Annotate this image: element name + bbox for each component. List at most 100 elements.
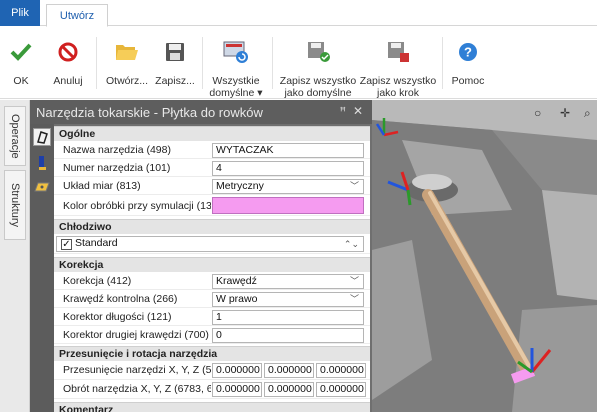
correction-dropdown[interactable]: Krawędź ﹀	[212, 274, 364, 289]
tab-create[interactable]: Utwórz	[46, 4, 108, 27]
property-row: Korektor długości (121) 1	[54, 309, 370, 326]
panel-header: Narzędzia tokarskie - Płytka do rowków ꟸ…	[30, 100, 372, 124]
chevron-down-icon: ﹀	[349, 294, 359, 304]
spin-arrows-icon[interactable]: ⌃⌄	[344, 238, 359, 251]
control-edge-label: Krawędź kontrolna (266)	[63, 293, 178, 305]
zoom-view-icon[interactable]: ⌕	[584, 106, 591, 121]
second-edge-label: Korektor drugiej krawędzi (700)	[63, 329, 209, 341]
units-dropdown[interactable]: Metryczny ﹀	[212, 179, 364, 194]
checkmark-icon	[10, 35, 32, 69]
all-defaults-label-2: domyślne ▾	[209, 87, 263, 99]
folder-icon	[115, 35, 139, 69]
ribbon-separator	[96, 37, 97, 89]
rotation-y-field[interactable]: 0.000000	[264, 382, 314, 397]
tool-number-label: Numer narzędzia (101)	[63, 162, 171, 174]
defaults-monitor-icon	[223, 35, 249, 69]
help-icon: ?	[457, 35, 479, 69]
all-defaults-label-1: Wszystkie	[212, 75, 260, 87]
length-corrector-field[interactable]: 1	[212, 310, 364, 325]
svg-text:?: ?	[464, 45, 472, 60]
tool-properties-panel: Narzędzia tokarskie - Płytka do rowków ꟸ…	[30, 100, 372, 412]
shift-y-field[interactable]: 0.000000	[264, 363, 314, 378]
tool-plate-icon[interactable]	[33, 178, 51, 196]
tab-structures[interactable]: Struktury	[4, 170, 26, 240]
rotate-view-icon[interactable]: ○	[534, 106, 541, 120]
ribbon-tabs: Plik Utwórz	[0, 0, 597, 27]
tab-file[interactable]: Plik	[0, 0, 40, 26]
coolant-value: Standard	[75, 237, 118, 249]
correction-label: Korekcja (412)	[63, 275, 132, 287]
viewport-scene	[372, 100, 597, 412]
second-edge-field[interactable]: 0	[212, 328, 364, 343]
property-row: Numer narzędzia (101) 4	[54, 160, 370, 177]
section-shift-rotation[interactable]: Przesunięcie i rotacja narzędzia	[54, 346, 370, 361]
save-all-as-step-button[interactable]: Zapisz wszystko jako krok	[360, 27, 436, 99]
pin-icon[interactable]: ꟸ	[340, 105, 346, 118]
property-row: Kolor obróbki przy symulacji (13...	[54, 196, 370, 216]
rotation-z-field[interactable]: 0.000000	[316, 382, 366, 397]
property-row: Obrót narzędzia X, Y, Z (6783, 6... 0.00…	[54, 381, 370, 399]
floppy-disk-icon	[165, 35, 185, 69]
close-icon[interactable]: ✕	[353, 104, 363, 118]
shift-x-field[interactable]: 0.000000	[212, 363, 262, 378]
sim-color-swatch[interactable]	[212, 197, 364, 214]
property-row: Przesunięcie narzędzi X, Y, Z (5... 0.00…	[54, 362, 370, 380]
side-tab-strip: Operacje Struktury	[0, 100, 30, 412]
simulation-viewport[interactable]: ○ ✛ ⌕	[372, 100, 597, 412]
all-defaults-button[interactable]: Wszystkie domyślne ▾	[204, 27, 268, 99]
panel-title: Narzędzia tokarskie - Płytka do rowków	[36, 104, 263, 120]
tool-rotation-label: Obrót narzędzia X, Y, Z (6783, 6...	[63, 383, 211, 395]
cancel-icon	[57, 35, 79, 69]
open-button[interactable]: Otwórz...	[104, 27, 150, 99]
save-all-step-label-2: jako krok	[376, 87, 419, 99]
help-button[interactable]: ? Pomoc	[448, 27, 488, 99]
section-correction[interactable]: Korekcja	[54, 257, 370, 272]
rotation-x-field[interactable]: 0.000000	[212, 382, 262, 397]
units-value: Metryczny	[216, 180, 264, 192]
ribbon-toolbar: OK Anuluj Otwórz... Zapisz... Wszystkie d…	[0, 27, 597, 99]
save-all-as-default-button[interactable]: Zapisz wszystko jako domyślne	[280, 27, 356, 99]
section-general[interactable]: Ogólne	[54, 126, 370, 141]
tab-structures-label: Struktury	[9, 182, 21, 227]
ribbon-separator	[442, 37, 443, 89]
tool-holder-icon[interactable]	[33, 154, 51, 172]
sim-color-label: Kolor obróbki przy symulacji (13...	[63, 200, 211, 212]
tab-operations-label: Operacje	[9, 113, 21, 159]
length-corrector-label: Korektor długości (121)	[63, 311, 172, 323]
property-row: Krawędź kontrolna (266) W prawo ﹀	[54, 291, 370, 308]
correction-value: Krawędź	[216, 275, 257, 287]
property-row: ✓ Standard ⌃⌄	[54, 235, 370, 254]
save-all-default-label-2: jako domyślne	[284, 87, 352, 99]
tool-name-label: Nazwa narzędzia (498)	[63, 144, 171, 156]
property-grid: Ogólne Nazwa narzędzia (498) WYTACZAK Nu…	[54, 126, 370, 412]
control-edge-value: W prawo	[216, 293, 258, 305]
property-row: Korektor drugiej krawędzi (700) 0	[54, 327, 370, 344]
ribbon-separator	[202, 37, 203, 89]
chevron-down-icon: ﹀	[349, 276, 359, 286]
chevron-down-icon: ﹀	[349, 181, 359, 191]
save-all-step-label-1: Zapisz wszystko	[359, 75, 437, 87]
tool-number-field[interactable]: 4	[212, 161, 364, 176]
units-label: Układ miar (813)	[63, 180, 141, 192]
save-all-step-icon	[385, 35, 411, 69]
save-button[interactable]: Zapisz...	[154, 27, 196, 99]
ribbon-separator	[272, 37, 273, 89]
shift-z-field[interactable]: 0.000000	[316, 363, 366, 378]
property-row: Nazwa narzędzia (498) WYTACZAK	[54, 142, 370, 159]
property-row: Układ miar (813) Metryczny ﹀	[54, 178, 370, 195]
tab-operations[interactable]: Operacje	[4, 106, 26, 166]
section-comment[interactable]: Komentarz	[54, 402, 370, 412]
coolant-dropdown[interactable]: ✓ Standard ⌃⌄	[56, 236, 364, 252]
checkbox-icon[interactable]: ✓	[61, 239, 72, 250]
tool-name-field[interactable]: WYTACZAK	[212, 143, 364, 158]
ok-button[interactable]: OK	[8, 27, 34, 99]
tool-insert-icon[interactable]	[33, 128, 51, 146]
tool-shift-label: Przesunięcie narzędzi X, Y, Z (5...	[63, 364, 211, 376]
cancel-button[interactable]: Anuluj	[50, 27, 86, 99]
pan-view-icon[interactable]: ✛	[560, 106, 570, 120]
save-all-default-icon	[305, 35, 331, 69]
save-all-default-label-1: Zapisz wszystko	[279, 75, 357, 87]
control-edge-dropdown[interactable]: W prawo ﹀	[212, 292, 364, 307]
section-coolant[interactable]: Chłodziwo	[54, 219, 370, 234]
panel-side-icons	[30, 124, 54, 412]
